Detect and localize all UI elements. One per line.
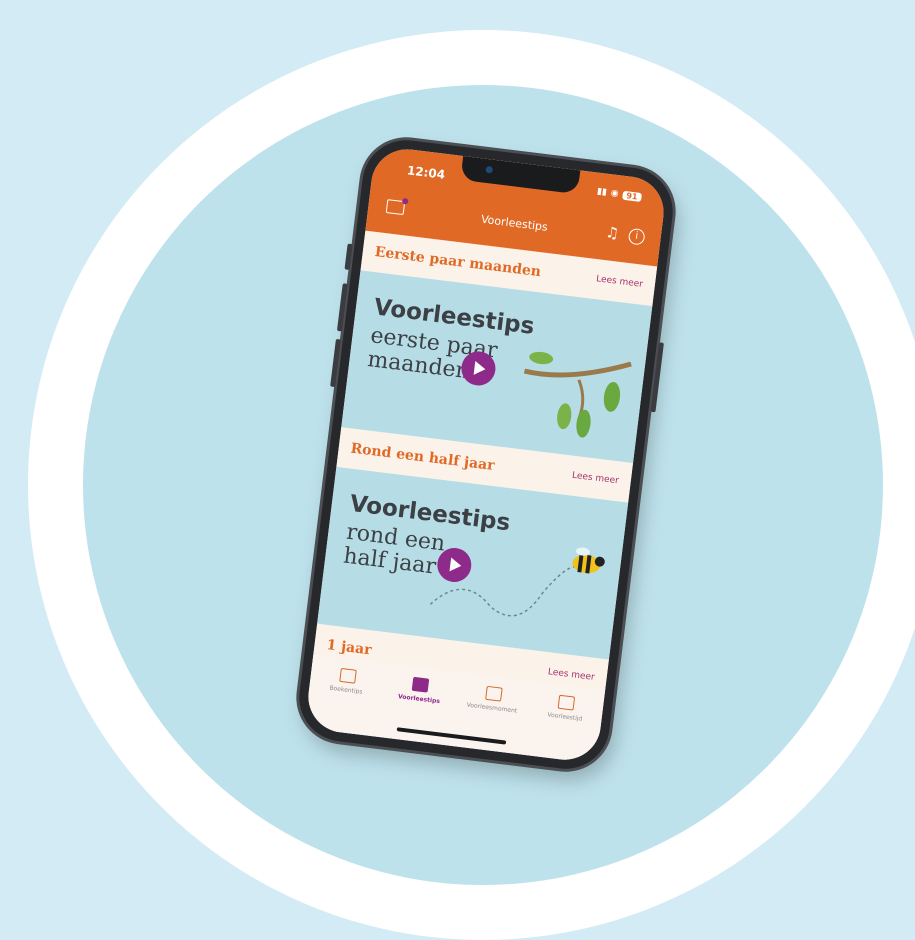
tab-voorleestijd[interactable]: Voorleestijd: [527, 692, 600, 764]
bee-illustration: [429, 547, 605, 617]
music-icon[interactable]: ♫: [604, 222, 620, 243]
branch-illustration: [523, 351, 632, 438]
lees-meer-link[interactable]: Lees meer: [571, 471, 619, 487]
tab-label: Voorleesmoment: [466, 701, 518, 715]
book-icon: [338, 667, 357, 684]
app-screen: 12:04 ▮▮ ◉ 91 Voorleestips ♫ i Eerste pa…: [304, 145, 668, 764]
bear-icon: [557, 694, 576, 711]
tab-boekentips[interactable]: Boekentips: [308, 665, 381, 737]
section-title: 1 jaar: [325, 637, 373, 659]
signal-icon: ▮▮: [596, 186, 608, 198]
lees-meer-link[interactable]: Lees meer: [596, 274, 644, 290]
battery-icon: 91: [621, 190, 643, 202]
status-icons: ▮▮ ◉ 91: [596, 186, 643, 202]
camera-dot: [485, 165, 494, 174]
photo-icon: [484, 685, 503, 702]
tab-label: Voorleestips: [397, 693, 441, 706]
tab-label: Voorleestijd: [546, 711, 583, 723]
tab-label: Boekentips: [329, 684, 363, 696]
lees-meer-link[interactable]: Lees meer: [547, 667, 595, 683]
status-time: 12:04: [406, 163, 446, 182]
wifi-icon: ◉: [610, 188, 620, 200]
tab-voorleesmoment[interactable]: Voorleesmoment: [454, 683, 527, 755]
section-title: Rond een half jaar: [349, 440, 496, 475]
gift-icon: [411, 676, 430, 693]
